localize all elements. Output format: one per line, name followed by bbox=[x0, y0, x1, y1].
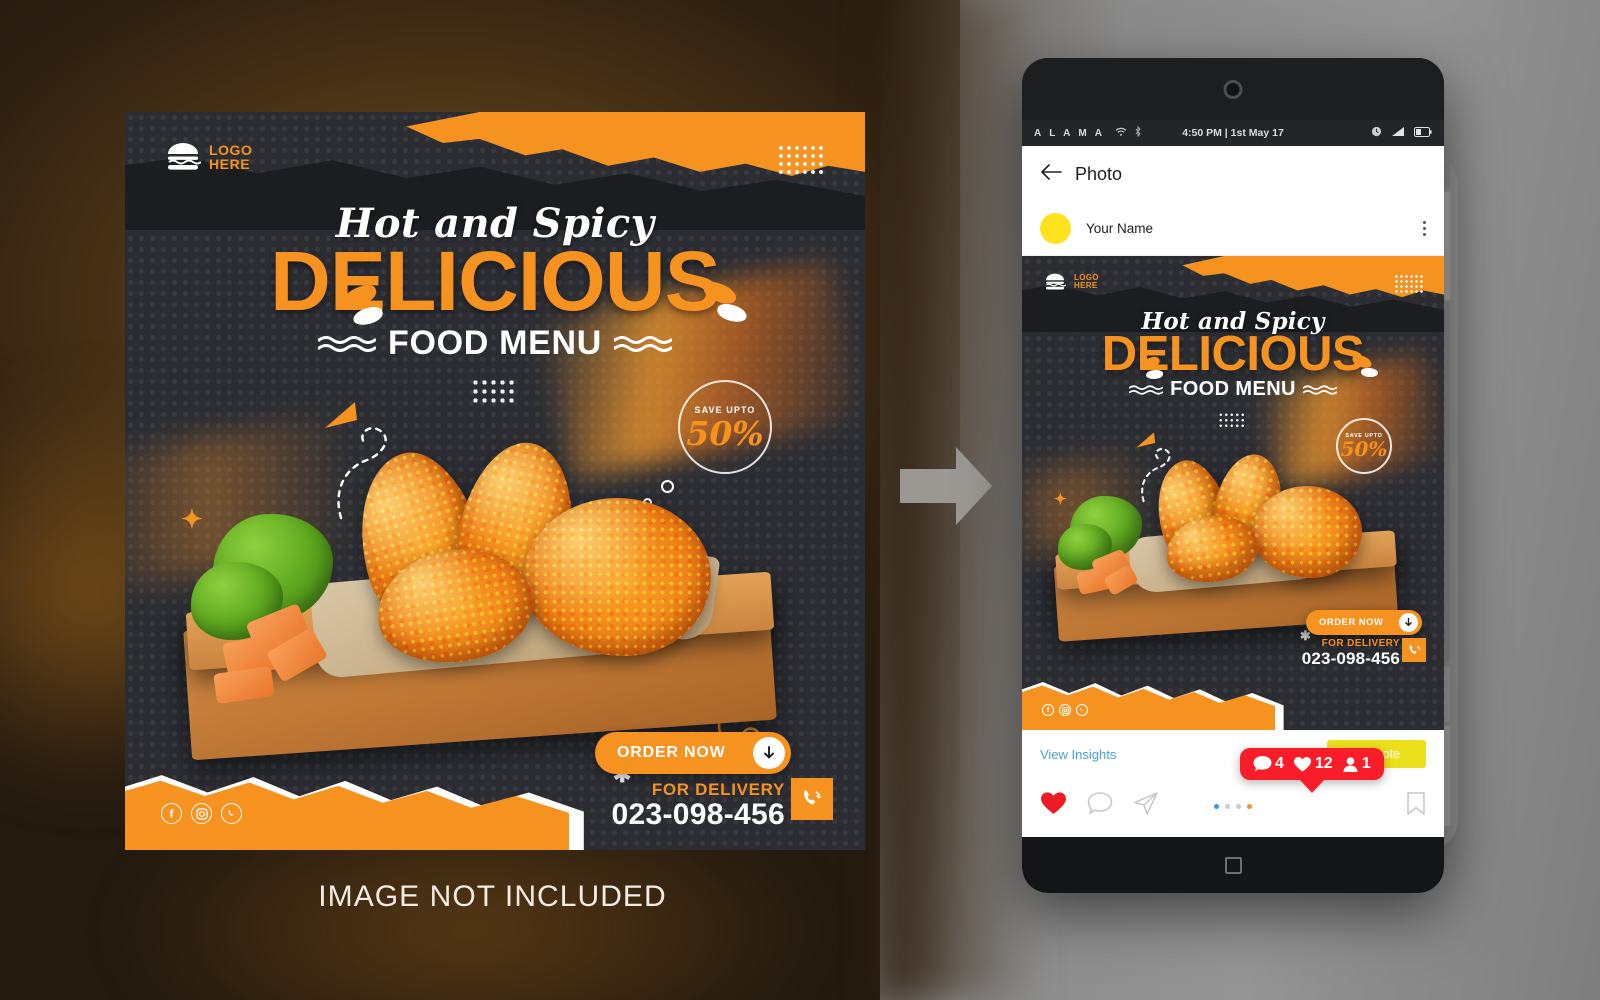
poster-logo: LOGO HERE bbox=[165, 142, 252, 172]
bluetooth-icon bbox=[1134, 125, 1142, 140]
signal-icon bbox=[1391, 126, 1405, 140]
arrow-accent-orange bbox=[325, 402, 357, 428]
poster-headline-group: Hot and Spicy DELICIOUS FOOD MENU bbox=[125, 200, 865, 363]
battery-icon bbox=[1414, 126, 1432, 140]
notif-comments-count: 4 bbox=[1275, 755, 1284, 772]
main-poster: LOGO HERE Hot and Spicy DELICIOUS FOOD M… bbox=[125, 112, 865, 850]
notif-likes: 12 bbox=[1293, 755, 1333, 773]
notif-comments: 4 bbox=[1253, 755, 1284, 773]
logo-line-2: HERE bbox=[209, 156, 251, 172]
bookmark-icon[interactable] bbox=[1406, 791, 1426, 821]
heart-filled-icon bbox=[1293, 756, 1311, 772]
wave-left-icon bbox=[318, 335, 377, 352]
phone-number-phone: 023-098-456 bbox=[1301, 649, 1400, 668]
alarm-icon bbox=[1371, 126, 1382, 140]
status-time: 4:50 PM | 1st May 17 bbox=[1182, 127, 1284, 139]
avatar[interactable] bbox=[1040, 213, 1071, 244]
headline-sub-row: FOOD MENU bbox=[125, 324, 865, 363]
wave-left-icon bbox=[1129, 384, 1164, 395]
burger-icon bbox=[1046, 273, 1066, 290]
comment-filled-icon bbox=[1253, 756, 1272, 772]
arrow-right-icon bbox=[900, 447, 992, 525]
square-home-icon[interactable] bbox=[1224, 856, 1242, 874]
post-user-row: Your Name bbox=[1022, 202, 1444, 256]
social-icons: f bbox=[161, 803, 242, 824]
leaf-accent-white-phone-2 bbox=[1361, 368, 1378, 377]
save-badge-label: SAVE UPTO bbox=[694, 404, 756, 415]
status-bar: A L A M A 4:50 PM | 1st May 17 bbox=[1022, 120, 1444, 146]
notif-followers: 1 bbox=[1342, 755, 1371, 773]
instagram-icon[interactable] bbox=[1059, 704, 1071, 716]
wave-right-icon bbox=[1302, 384, 1337, 395]
phone-headline-group: Hot and Spicy DELICIOUS FOOD MENU bbox=[1022, 308, 1444, 401]
post-username: Your Name bbox=[1086, 221, 1154, 236]
page-dot-orange bbox=[1247, 803, 1252, 809]
carrier-label: A L A M A bbox=[1034, 127, 1105, 139]
kebab-menu-icon[interactable] bbox=[1423, 221, 1426, 236]
arrow-down-icon-phone bbox=[1399, 613, 1418, 632]
headline-sub: FOOD MENU bbox=[388, 324, 602, 362]
instagram-icon[interactable] bbox=[191, 803, 212, 824]
facebook-icon[interactable]: f bbox=[1042, 704, 1054, 716]
logo-line-1: LOGO bbox=[209, 141, 253, 158]
arrow-accent-orange-phone bbox=[1136, 432, 1156, 448]
delivery-label-phone: FOR DELIVERY bbox=[1321, 638, 1400, 649]
notif-followers-count: 1 bbox=[1361, 755, 1371, 772]
page-dot bbox=[1225, 803, 1230, 809]
fried-chicken-3 bbox=[523, 498, 711, 656]
notif-likes-count: 12 bbox=[1314, 755, 1333, 772]
phone-post-image[interactable]: LOGO HERE Hot and Spicy DELICIOUS FOOD M… bbox=[1022, 256, 1444, 730]
page-dot bbox=[1236, 803, 1241, 809]
phone-headline-main: DELICIOUS bbox=[1101, 327, 1365, 381]
facebook-icon[interactable]: f bbox=[161, 803, 182, 824]
order-now-label-phone: ORDER NOW bbox=[1319, 617, 1384, 628]
torn-bottom-orange-phone bbox=[1022, 685, 1276, 730]
notification-badge: 4 12 1 bbox=[1240, 748, 1384, 780]
app-bar: Photo bbox=[1022, 146, 1444, 202]
dot-grid-center bbox=[471, 378, 517, 404]
comment-icon[interactable] bbox=[1087, 791, 1113, 821]
torn-paper-bottom-phone bbox=[1022, 668, 1444, 730]
view-insights-link[interactable]: View Insights bbox=[1040, 747, 1116, 762]
dot-grid-center-phone bbox=[1218, 412, 1246, 428]
app-bar-title: Photo bbox=[1075, 163, 1123, 184]
send-icon[interactable] bbox=[1133, 791, 1159, 821]
phone-call-icon-phone[interactable] bbox=[1402, 638, 1426, 662]
whatsapp-icon[interactable] bbox=[1076, 704, 1088, 716]
phone-headline-sub-row: FOOD MENU bbox=[1022, 378, 1444, 401]
dot-grid-top-right bbox=[777, 144, 827, 178]
front-camera-icon bbox=[1223, 80, 1243, 99]
page-dot-active bbox=[1214, 803, 1219, 809]
phone-bottom-bezel bbox=[1022, 837, 1444, 893]
phone-headline-sub: FOOD MENU bbox=[1170, 378, 1296, 400]
person-icon bbox=[1343, 756, 1358, 772]
order-now-button-phone[interactable]: ORDER NOW bbox=[1306, 610, 1422, 635]
dot-grid-top-right-phone bbox=[1394, 274, 1424, 294]
phone-top-bezel bbox=[1022, 58, 1444, 120]
whatsapp-icon[interactable] bbox=[221, 803, 242, 824]
transition-arrow bbox=[898, 443, 994, 529]
fried-chicken-phone-3 bbox=[1252, 486, 1362, 578]
phone-poster-logo: LOGO HERE bbox=[1044, 273, 1099, 291]
status-right-icons bbox=[1371, 126, 1432, 140]
image-not-included-caption: IMAGE NOT INCLUDED bbox=[318, 880, 667, 913]
wave-right-icon bbox=[613, 335, 672, 352]
wifi-icon bbox=[1115, 127, 1127, 140]
headline-main: DELICIOUS bbox=[270, 234, 721, 328]
heart-filled-icon[interactable] bbox=[1040, 791, 1067, 821]
burger-icon bbox=[168, 143, 201, 170]
post-action-bar bbox=[1022, 778, 1444, 834]
back-arrow-icon[interactable] bbox=[1040, 163, 1062, 185]
carousel-page-dots bbox=[1214, 803, 1252, 809]
phone-logo-line-2: HERE bbox=[1074, 281, 1098, 290]
social-icons-phone: f bbox=[1042, 704, 1088, 716]
